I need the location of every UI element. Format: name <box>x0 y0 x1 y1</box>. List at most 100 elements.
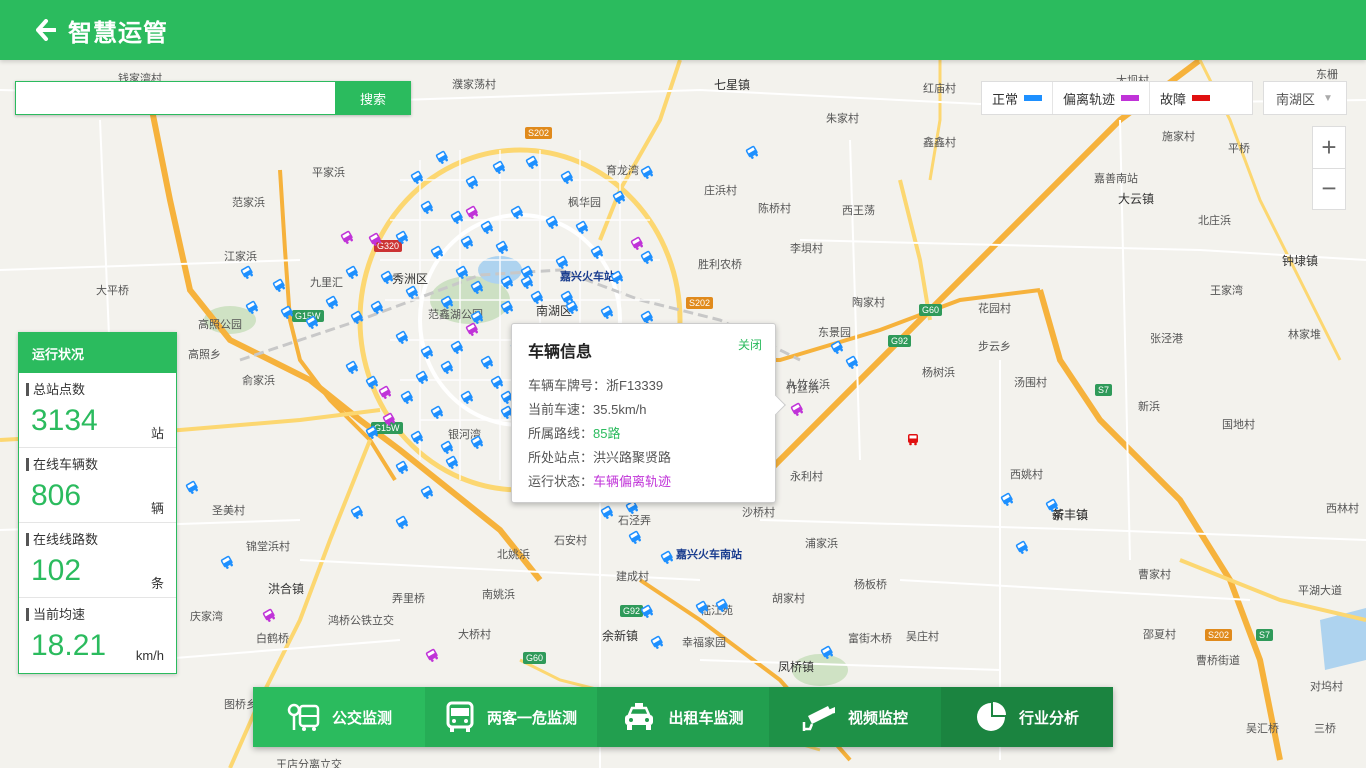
bus-marker-normal[interactable] <box>430 405 444 419</box>
bus-marker-normal[interactable] <box>460 390 474 404</box>
bus-marker-deviation[interactable] <box>382 412 396 426</box>
bus-marker-normal[interactable] <box>305 315 319 329</box>
bus-marker-normal[interactable] <box>350 505 364 519</box>
zoom-in-button[interactable]: + <box>1313 127 1345 169</box>
bus-marker-deviation[interactable] <box>630 236 644 250</box>
tab-industry-analysis[interactable]: 行业分析 <box>941 687 1113 747</box>
bus-marker-deviation[interactable] <box>790 402 804 416</box>
bus-marker-normal[interactable] <box>420 485 434 499</box>
bus-marker-deviation[interactable] <box>262 608 276 622</box>
bus-marker-normal[interactable] <box>470 435 484 449</box>
bus-marker-normal[interactable] <box>325 295 339 309</box>
bus-marker-normal[interactable] <box>1045 498 1059 512</box>
bus-marker-normal[interactable] <box>380 270 394 284</box>
bus-marker-normal[interactable] <box>450 210 464 224</box>
tab-bus-monitoring[interactable]: 公交监测 <box>253 687 425 747</box>
popup-close-button[interactable]: 关闭 <box>738 336 762 353</box>
bus-marker-normal[interactable] <box>590 245 604 259</box>
bus-marker-normal[interactable] <box>845 355 859 369</box>
bus-marker-normal[interactable] <box>480 355 494 369</box>
bus-marker-normal[interactable] <box>640 604 654 618</box>
bus-marker-normal[interactable] <box>415 370 429 384</box>
bus-marker-normal[interactable] <box>240 265 254 279</box>
tab-taxi-monitoring[interactable]: 出租车监测 <box>597 687 769 747</box>
bus-marker-deviation[interactable] <box>465 205 479 219</box>
bus-marker-normal[interactable] <box>345 360 359 374</box>
bus-marker-normal[interactable] <box>555 255 569 269</box>
bus-marker-deviation[interactable] <box>425 648 439 662</box>
bus-marker-normal[interactable] <box>470 280 484 294</box>
bus-marker-normal[interactable] <box>500 275 514 289</box>
bus-marker-deviation[interactable] <box>378 385 392 399</box>
bus-marker-normal[interactable] <box>510 205 524 219</box>
bus-marker-normal[interactable] <box>640 250 654 264</box>
back-arrow-icon[interactable] <box>36 19 56 41</box>
bus-marker-normal[interactable] <box>490 375 504 389</box>
bus-marker-normal[interactable] <box>575 220 589 234</box>
search-input[interactable] <box>15 81 335 115</box>
bus-marker-normal[interactable] <box>365 375 379 389</box>
bus-marker-normal[interactable] <box>745 145 759 159</box>
bus-marker-deviation[interactable] <box>465 322 479 336</box>
bus-marker-normal[interactable] <box>220 555 234 569</box>
bus-marker-normal[interactable] <box>612 190 626 204</box>
bus-marker-normal[interactable] <box>420 345 434 359</box>
bus-marker-normal[interactable] <box>492 160 506 174</box>
bus-marker-normal[interactable] <box>272 278 286 292</box>
bus-marker-normal[interactable] <box>185 480 199 494</box>
bus-marker-normal[interactable] <box>820 645 834 659</box>
bus-marker-normal[interactable] <box>545 215 559 229</box>
bus-marker-normal[interactable] <box>560 290 574 304</box>
bus-marker-normal[interactable] <box>525 155 539 169</box>
bus-marker-normal[interactable] <box>1000 492 1014 506</box>
bus-marker-normal[interactable] <box>830 340 844 354</box>
bus-marker-normal[interactable] <box>445 455 459 469</box>
bus-marker-normal[interactable] <box>440 295 454 309</box>
bus-marker-normal[interactable] <box>435 150 449 164</box>
bus-marker-normal[interactable] <box>640 310 654 324</box>
bus-marker-deviation[interactable] <box>340 230 354 244</box>
tab-video-surveillance[interactable]: 视频监控 <box>769 687 941 747</box>
bus-marker-normal[interactable] <box>460 235 474 249</box>
bus-marker-normal[interactable] <box>410 430 424 444</box>
bus-marker-normal[interactable] <box>395 515 409 529</box>
bus-marker-normal[interactable] <box>350 310 364 324</box>
bus-marker-normal[interactable] <box>440 440 454 454</box>
bus-marker-normal[interactable] <box>465 175 479 189</box>
bus-marker-normal[interactable] <box>410 170 424 184</box>
zoom-out-button[interactable]: − <box>1313 169 1345 210</box>
bus-marker-normal[interactable] <box>610 270 624 284</box>
bus-marker-normal[interactable] <box>420 200 434 214</box>
bus-marker-normal[interactable] <box>520 275 534 289</box>
bus-marker-normal[interactable] <box>430 245 444 259</box>
bus-marker-normal[interactable] <box>395 330 409 344</box>
bus-marker-normal[interactable] <box>560 170 574 184</box>
bus-marker-normal[interactable] <box>500 300 514 314</box>
bus-marker-normal[interactable] <box>365 425 379 439</box>
bus-marker-normal[interactable] <box>628 530 642 544</box>
bus-marker-normal[interactable] <box>455 265 469 279</box>
bus-marker-normal[interactable] <box>370 300 384 314</box>
bus-marker-normal[interactable] <box>480 220 494 234</box>
district-select[interactable]: 南湖区 ▼ <box>1263 81 1347 115</box>
bus-marker-normal[interactable] <box>660 550 674 564</box>
bus-marker-normal[interactable] <box>495 240 509 254</box>
tab-passenger-hazmat-monitoring[interactable]: 两客一危监测 <box>425 687 597 747</box>
bus-marker-normal[interactable] <box>395 460 409 474</box>
bus-marker-normal[interactable] <box>280 305 294 319</box>
search-button[interactable]: 搜索 <box>335 81 411 115</box>
bus-marker-normal[interactable] <box>715 598 729 612</box>
bus-marker-normal[interactable] <box>450 340 464 354</box>
bus-marker-normal[interactable] <box>245 300 259 314</box>
bus-marker-deviation[interactable] <box>368 232 382 246</box>
bus-marker-normal[interactable] <box>600 305 614 319</box>
bus-marker-normal[interactable] <box>440 360 454 374</box>
bus-marker-normal[interactable] <box>650 635 664 649</box>
bus-marker-normal[interactable] <box>530 290 544 304</box>
bus-marker-normal[interactable] <box>640 165 654 179</box>
bus-marker-normal[interactable] <box>600 505 614 519</box>
bus-marker-normal[interactable] <box>405 285 419 299</box>
bus-marker-fault[interactable] <box>906 432 920 446</box>
bus-marker-normal[interactable] <box>345 265 359 279</box>
bus-marker-normal[interactable] <box>395 230 409 244</box>
